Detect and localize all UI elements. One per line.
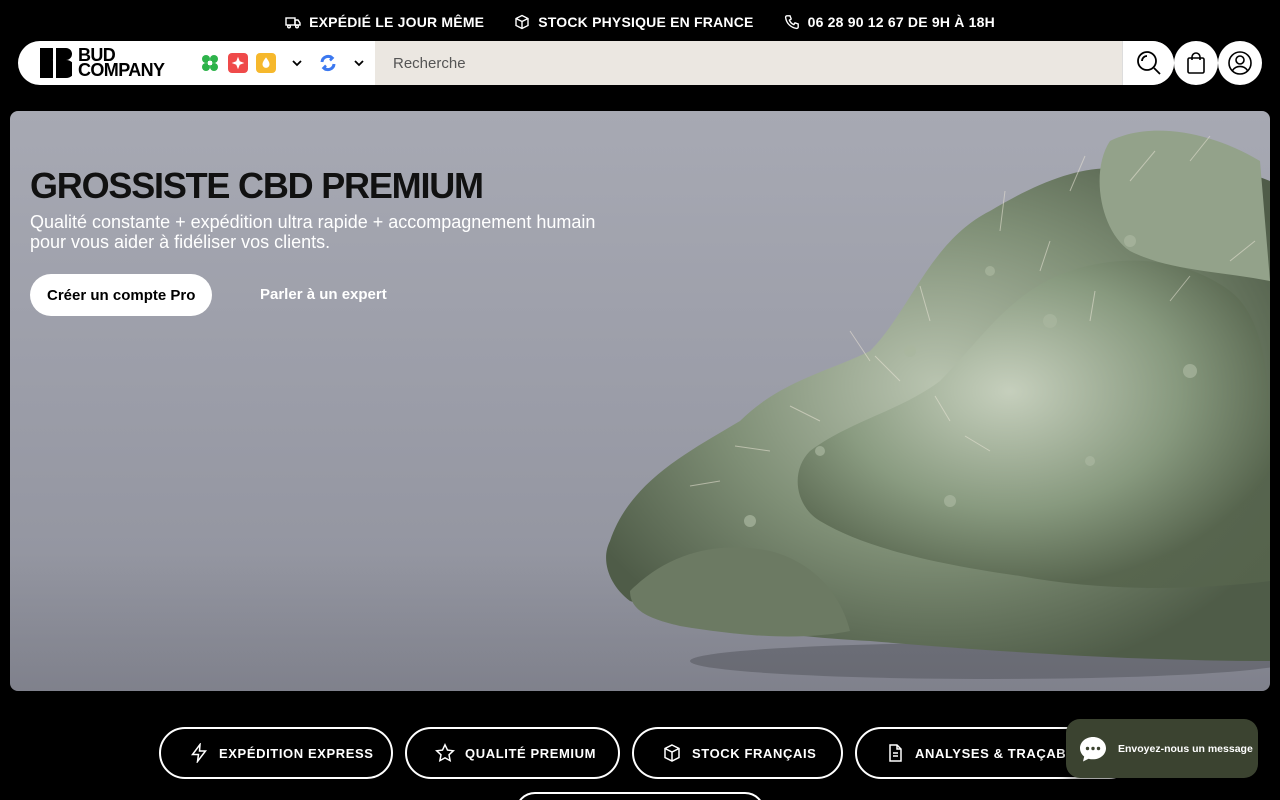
- logo[interactable]: BUD COMPANY: [18, 46, 198, 80]
- cbd-bud-image: [606, 130, 1270, 679]
- search-input[interactable]: [375, 41, 1122, 85]
- sync-app-icon[interactable]: [318, 53, 338, 73]
- announcement-bar: EXPÉDIÉ LE JOUR MÊME STOCK PHYSIQUE EN F…: [0, 0, 1280, 44]
- chat-widget-button[interactable]: Envoyez-nous un message: [1066, 719, 1258, 778]
- announcement-label: STOCK PHYSIQUE EN FRANCE: [538, 14, 754, 30]
- announcement-item-phone: 06 28 90 12 67 DE 9H À 18H: [784, 14, 995, 30]
- app-switcher: [198, 53, 375, 73]
- search-bar: [375, 41, 1174, 85]
- lightning-icon: [191, 743, 208, 763]
- feature-pill-next-row[interactable]: [515, 792, 765, 800]
- phone-icon: [784, 15, 799, 30]
- chat-bubble-icon: [1080, 736, 1106, 761]
- sparkle-app-icon[interactable]: [228, 53, 248, 73]
- search-button[interactable]: [1122, 41, 1174, 85]
- drop-app-icon[interactable]: [256, 53, 276, 73]
- hero-subtitle: Qualité constante + expédition ultra rap…: [30, 212, 596, 252]
- chat-label: Envoyez-nous un message: [1118, 742, 1253, 755]
- announcement-label: EXPÉDIÉ LE JOUR MÊME: [309, 14, 485, 30]
- announcement-item-stock: STOCK PHYSIQUE EN FRANCE: [514, 14, 753, 30]
- logo-text: BUD COMPANY: [78, 46, 165, 80]
- box-icon: [515, 14, 529, 30]
- logo-line-2: COMPANY: [78, 60, 165, 80]
- create-pro-account-button[interactable]: Créer un compte Pro: [30, 274, 213, 316]
- feature-label: EXPÉDITION EXPRESS: [219, 745, 374, 761]
- feature-pill-stock[interactable]: STOCK FRANÇAIS: [632, 727, 843, 779]
- clover-app-icon[interactable]: [200, 53, 220, 73]
- document-icon: [889, 744, 902, 762]
- feature-label: STOCK FRANÇAIS: [692, 745, 817, 761]
- feature-pill-express[interactable]: EXPÉDITION EXPRESS: [159, 727, 393, 779]
- truck-icon: [285, 17, 301, 29]
- chevron-down-icon[interactable]: [290, 56, 304, 70]
- shopping-bag-icon: [1187, 52, 1205, 74]
- star-icon: [435, 743, 455, 763]
- site-header: BUD COMPANY: [18, 41, 1262, 85]
- hero-banner: GROSSISTE CBD PREMIUM Qualité constante …: [10, 111, 1270, 691]
- hero-title: GROSSISTE CBD PREMIUM: [30, 165, 484, 206]
- bud-logo-icon: [40, 48, 72, 78]
- box-icon: [664, 744, 680, 762]
- talk-to-expert-link[interactable]: Parler à un expert: [260, 286, 387, 303]
- account-button[interactable]: [1218, 41, 1262, 85]
- search-icon: [1136, 51, 1161, 75]
- feature-pill-quality[interactable]: QUALITÉ PREMIUM: [405, 727, 620, 779]
- feature-label: QUALITÉ PREMIUM: [465, 745, 597, 761]
- header-bar: BUD COMPANY: [18, 41, 1174, 85]
- announcement-item-shipping: EXPÉDIÉ LE JOUR MÊME: [285, 14, 484, 30]
- user-icon: [1228, 51, 1252, 75]
- chevron-down-icon[interactable]: [352, 56, 366, 70]
- cart-button[interactable]: [1174, 41, 1218, 85]
- announcement-label: 06 28 90 12 67 DE 9H À 18H: [807, 14, 995, 30]
